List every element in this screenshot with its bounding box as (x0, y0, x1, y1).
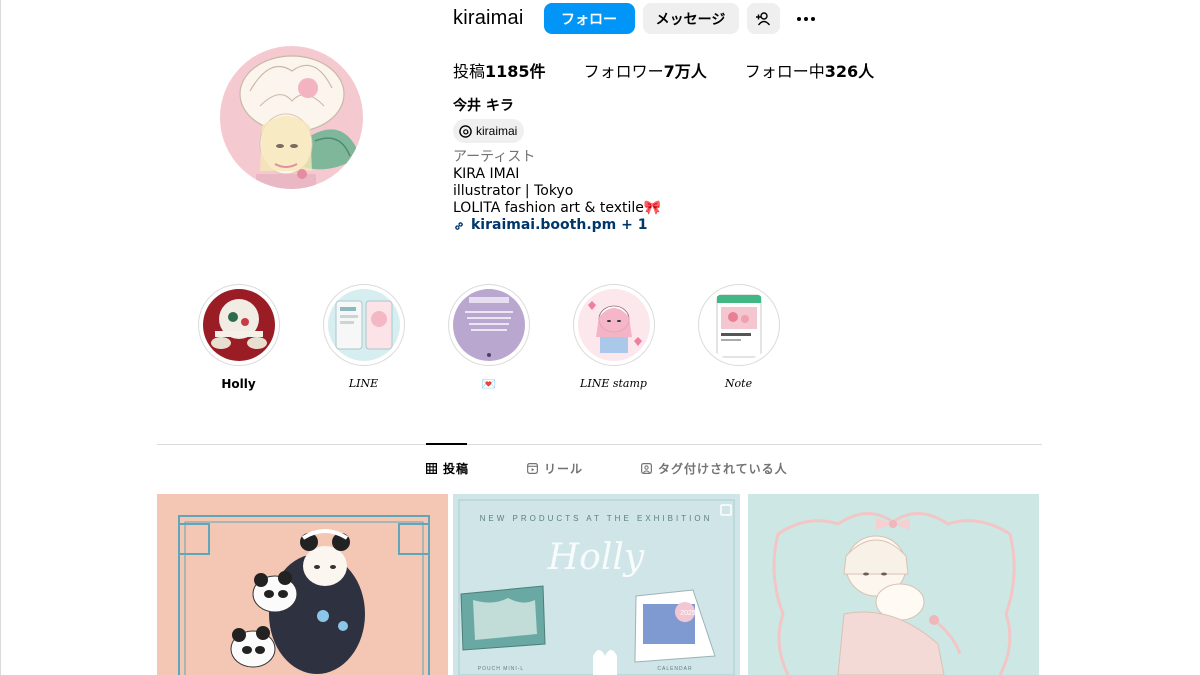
post-banner-text: NEW PRODUCTS AT THE EXHIBITION (480, 514, 713, 523)
highlight-label: Note (724, 377, 753, 390)
tab-reels-label: リール (544, 462, 584, 476)
post-title-text: Holly (547, 537, 645, 578)
highlight-cover (202, 289, 275, 361)
dot (803, 16, 808, 21)
followers-number: 7万人 (663, 62, 707, 81)
profile-stats: 投稿1185件 フォロワー7万人 フォロー中326人 (453, 58, 912, 82)
highlight-cover (577, 289, 650, 361)
link-text: kiraimai.booth.pm + 1 (471, 217, 648, 233)
profile-top-row: kiraimai フォロー メッセージ (453, 3, 820, 34)
profile-category: アーティスト (453, 149, 536, 165)
highlight-label: 💌 (481, 377, 496, 391)
dot (810, 16, 815, 21)
highlight-ring (197, 284, 280, 366)
post-thumbnail[interactable]: NEW PRODUCTS AT THE EXHIBITION Holly POU… (453, 494, 740, 675)
post-item-label: CALENDAR (657, 666, 692, 672)
profile-avatar[interactable] (220, 46, 363, 189)
highlight-label: LINE stamp (580, 377, 647, 390)
message-button[interactable]: メッセージ (642, 3, 739, 34)
posts-prefix: 投稿 (453, 62, 486, 81)
username: kiraimai (453, 7, 524, 29)
following-count[interactable]: フォロー中326人 (745, 58, 874, 82)
add-person-icon (756, 11, 771, 25)
tab-posts[interactable]: 投稿 (426, 460, 469, 477)
bio-line: KIRA IMAI (453, 166, 520, 182)
highlight-line[interactable]: LINE (321, 284, 406, 391)
following-prefix: フォロー中 (744, 62, 825, 81)
active-tab-indicator (426, 443, 467, 445)
tab-reels[interactable]: リール (527, 460, 583, 477)
external-link[interactable]: kiraimai.booth.pm + 1 (453, 217, 661, 234)
tab-posts-label: 投稿 (443, 462, 470, 476)
grid-icon (426, 463, 437, 474)
highlight-holly[interactable]: Holly (196, 284, 281, 391)
highlight-cover (702, 289, 775, 361)
posts-number: 1185件 (485, 62, 546, 81)
tab-tagged-label: タグ付けされている人 (658, 462, 788, 476)
threads-icon (459, 124, 472, 138)
bio-line: illustrator | Tokyo (453, 183, 574, 199)
post-thumbnail[interactable] (157, 494, 448, 675)
link-icon (455, 221, 463, 230)
threads-badge[interactable]: kiraimai (453, 119, 525, 143)
window-left-border (0, 0, 1, 675)
girl-with-cat-illustration-icon (748, 494, 1039, 675)
profile-tabs: 投稿 リール タグ付けされている人 (426, 460, 846, 477)
tab-tagged[interactable]: タグ付けされている人 (641, 460, 788, 477)
suggest-user-button[interactable] (746, 3, 780, 34)
bio-line: LOLITA fashion art & textile🎀 (453, 200, 662, 216)
post-item-label: POUCH MINI-L (478, 666, 524, 672)
story-highlights: Holly LINE 💌 LINE stamp Note (196, 284, 821, 391)
more-options-icon[interactable] (792, 3, 820, 34)
post-year-text: 2025 (680, 610, 696, 617)
followers-prefix: フォロワー (583, 62, 664, 81)
profile-bio: アーティスト KIRA IMAI illustrator | Tokyo LOL… (453, 149, 661, 234)
highlight-ring (322, 284, 405, 366)
threads-handle: kiraimai (476, 124, 518, 138)
follow-button[interactable]: フォロー (543, 3, 635, 34)
highlight-label: LINE (348, 377, 379, 390)
followers-count[interactable]: フォロワー7万人 (584, 58, 707, 82)
highlight-cover (452, 289, 525, 361)
highlight-ring (697, 284, 780, 366)
tab-divider (157, 444, 1042, 445)
full-name: 今井 キラ (453, 98, 514, 114)
highlight-letter[interactable]: 💌 (446, 284, 531, 391)
tagged-person-icon (641, 463, 652, 474)
highlight-cover (327, 289, 400, 361)
post-thumbnail[interactable] (748, 494, 1039, 675)
highlight-ring (572, 284, 655, 366)
highlight-label: Holly (221, 377, 256, 391)
posts-count: 投稿1185件 (453, 58, 546, 82)
highlight-line-stamp[interactable]: LINE stamp (571, 284, 656, 391)
highlight-ring (447, 284, 530, 366)
following-number: 326人 (824, 62, 875, 81)
dot (796, 16, 801, 21)
highlight-note[interactable]: Note (696, 284, 781, 391)
panda-illustration-icon (157, 494, 448, 675)
reels-icon (527, 463, 538, 474)
